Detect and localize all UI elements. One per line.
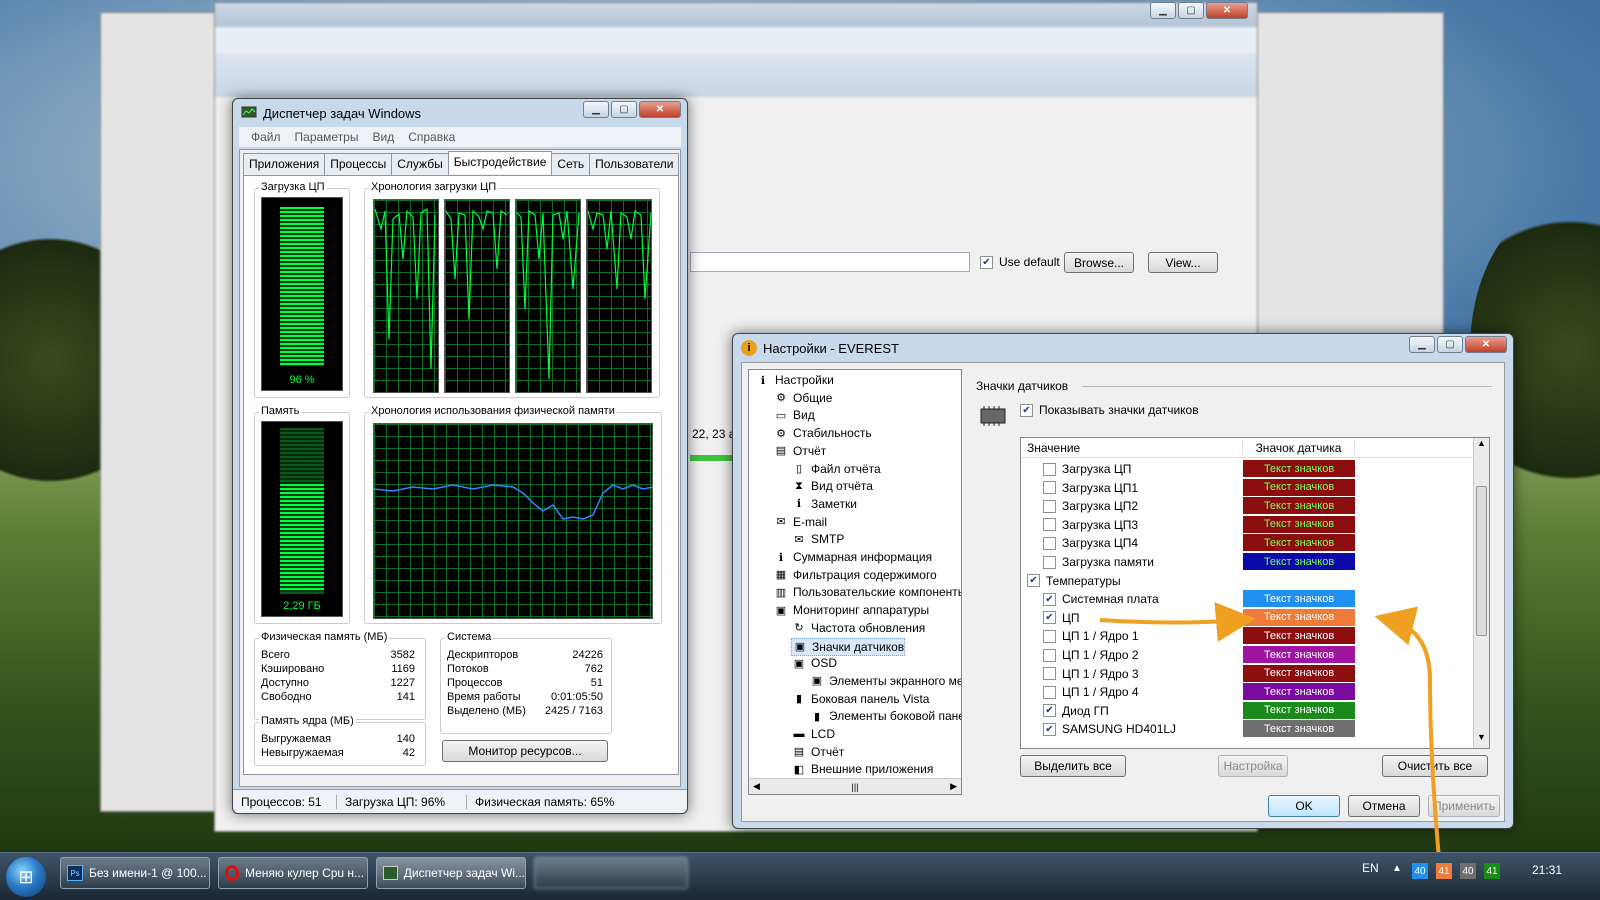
- taskbar-item-photoshop[interactable]: Ps Без имени-1 @ 100...: [60, 857, 210, 889]
- tray-temperature-icon[interactable]: 40: [1460, 863, 1476, 879]
- annotation-arrows: [1099, 602, 1442, 871]
- taskmanager-icon: [383, 866, 398, 880]
- clock[interactable]: 21:31: [1532, 863, 1562, 877]
- taskbar-item-blurred[interactable]: [534, 857, 688, 889]
- photoshop-icon: Ps: [67, 865, 83, 881]
- taskbar-item-taskmanager[interactable]: Диспетчер задач Wi...: [376, 857, 526, 889]
- tray-temperature-icon[interactable]: 41: [1484, 863, 1500, 879]
- taskbar-item-label: Без имени-1 @ 100...: [89, 866, 207, 880]
- tray-temperature-icon[interactable]: 41: [1436, 863, 1452, 879]
- tray-temperature-icon[interactable]: 40: [1412, 863, 1428, 879]
- opera-icon: [225, 865, 239, 881]
- start-button[interactable]: ⊞: [6, 857, 46, 897]
- taskbar-item-opera[interactable]: Меняю кулер Cpu н...: [218, 857, 368, 889]
- windows-logo-icon: ⊞: [18, 866, 34, 887]
- language-indicator[interactable]: EN: [1362, 861, 1379, 875]
- taskbar: ⊞ Ps Без имени-1 @ 100... Меняю кулер Cp…: [0, 852, 1600, 900]
- taskbar-item-label: Диспетчер задач Wi...: [403, 866, 525, 880]
- tray-arrow-icon[interactable]: ▲: [1392, 863, 1402, 874]
- taskbar-item-label: Меняю кулер Cpu н...: [245, 866, 365, 880]
